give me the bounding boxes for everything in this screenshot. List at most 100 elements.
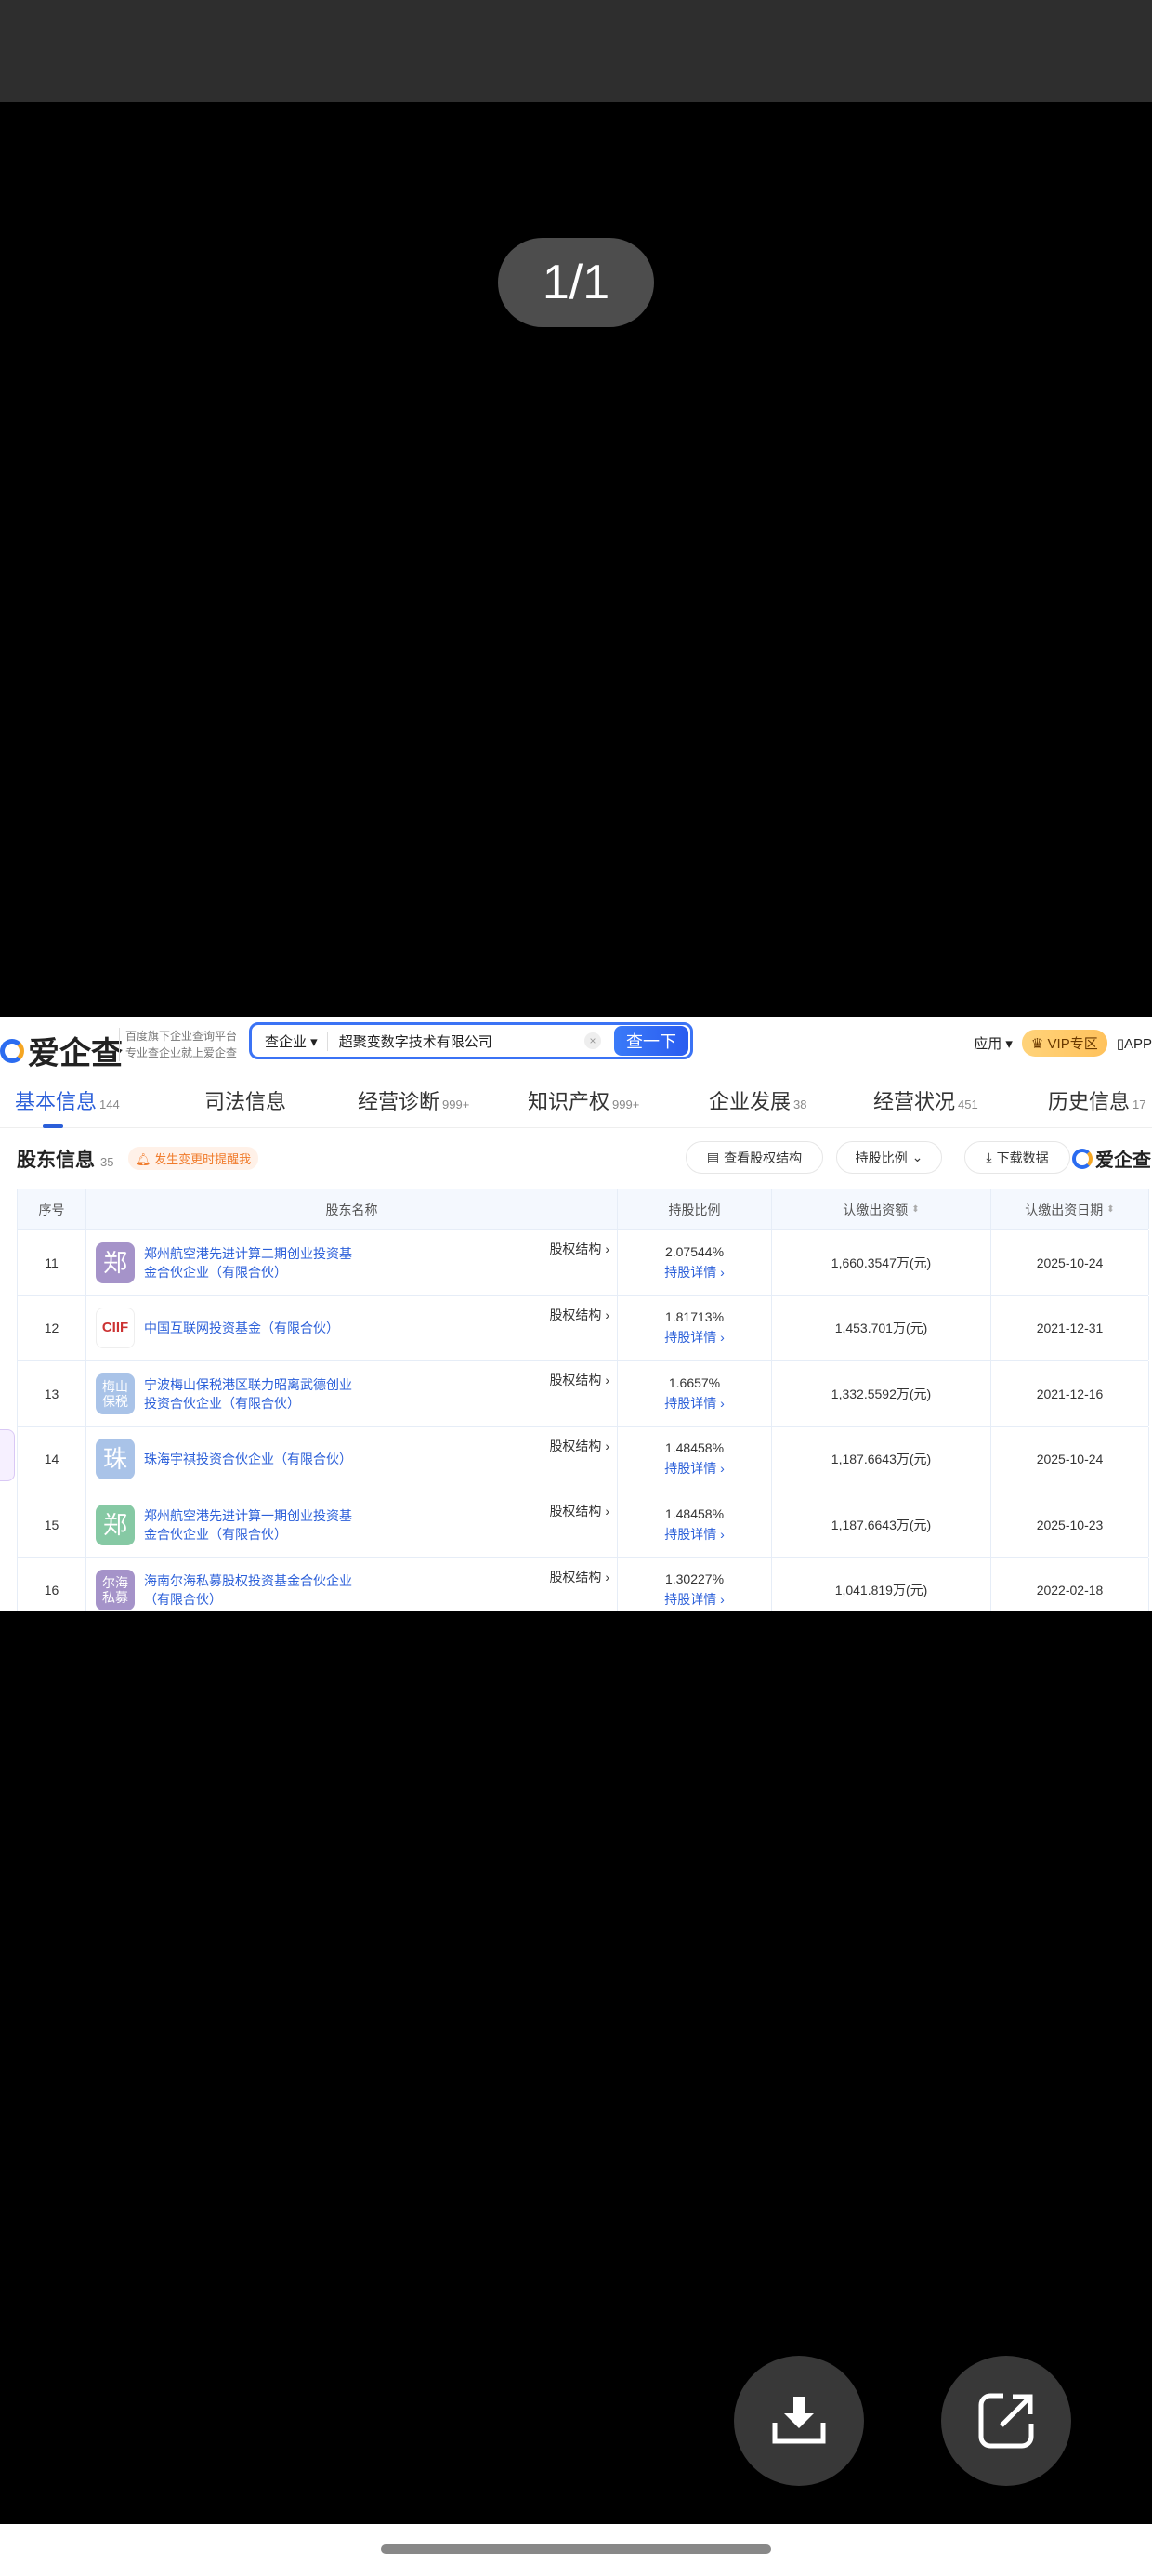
equity-structure-link[interactable]: 股权结构 › [549, 1240, 609, 1258]
shareholder-name-link[interactable]: 中国互联网投资基金（有限合伙） [144, 1319, 358, 1337]
tab-count: 17 [1132, 1097, 1146, 1111]
home-indicator[interactable] [381, 2544, 771, 2554]
header-ratio: 持股比例 [618, 1189, 772, 1229]
tab-operations[interactable]: 经营状况 451 [873, 1085, 978, 1115]
tab-history[interactable]: 历史信息 17 [1048, 1085, 1145, 1115]
page-counter: 1/1 [498, 238, 654, 327]
equity-structure-link[interactable]: 股权结构 › [549, 1437, 609, 1455]
download-data-button[interactable]: ⤓ 下载数据 [964, 1141, 1070, 1174]
phone-icon: ▯ [1116, 1035, 1124, 1052]
holding-detail-link[interactable]: 持股详情 › [664, 1590, 725, 1609]
company-avatar: 梅山保税 [96, 1373, 135, 1414]
holding-detail-link[interactable]: 持股详情 › [664, 1459, 725, 1478]
holding-detail-link[interactable]: 持股详情 › [664, 1263, 725, 1281]
holding-detail-link[interactable]: 持股详情 › [664, 1525, 725, 1544]
ratio-cell: 1.6657% 持股详情 › [618, 1361, 772, 1426]
search-type-dropdown[interactable]: 查企业 ▾ [252, 1031, 328, 1051]
logo-icon [0, 1038, 24, 1063]
tab-development[interactable]: 企业发展 38 [709, 1085, 806, 1115]
logo[interactable]: 爱企查 [0, 1028, 123, 1073]
row-no: 16 [18, 1557, 86, 1611]
shareholder-name-link[interactable]: 郑州航空港先进计算二期创业投资基金合伙企业（有限合伙） [144, 1244, 358, 1281]
holding-detail-link[interactable]: 持股详情 › [664, 1328, 725, 1347]
sort-icon: ⬍ [911, 1204, 920, 1215]
table-row: 12 CIIF 中国互联网投资基金（有限合伙） 股权结构 › 1.81713% … [17, 1295, 1149, 1361]
row-no: 12 [18, 1295, 86, 1360]
header-amount[interactable]: 认缴出资额 ⬍ [772, 1189, 991, 1229]
equity-structure-link[interactable]: 股权结构 › [549, 1306, 609, 1324]
shareholder-name-link[interactable]: 宁波梅山保税港区联力昭离武德创业投资合伙企业（有限合伙） [144, 1375, 358, 1413]
company-avatar: 郑 [96, 1504, 135, 1545]
table-row: 13 梅山保税 宁波梅山保税港区联力昭离武德创业投资合伙企业（有限合伙） 股权结… [17, 1361, 1149, 1427]
logo-text: 爱企查 [28, 1036, 123, 1071]
tab-label: 经营诊断 [358, 1090, 440, 1113]
name-cell: 梅山保税 宁波梅山保税港区联力昭离武德创业投资合伙企业（有限合伙） 股权结构 › [86, 1361, 618, 1426]
tab-label: 知识产权 [528, 1090, 610, 1113]
table-row: 16 尔海私募 海南尔海私募股权投资基金合伙企业（有限合伙） 股权结构 › 1.… [17, 1557, 1149, 1611]
shareholder-name-link[interactable]: 珠海宇祺投资合伙企业（有限合伙） [144, 1450, 358, 1468]
download-icon: ⤓ [986, 1150, 992, 1164]
date-value: 2025-10-23 [991, 1492, 1149, 1557]
tab-count: 999+ [442, 1097, 470, 1111]
amount-value: 1,187.6643万(元) [772, 1492, 991, 1557]
tab-label: 历史信息 [1048, 1090, 1131, 1113]
date-value: 2025-10-24 [991, 1230, 1149, 1295]
header-links: 应用 ▾ ♛ VIP专区 ▯APP [974, 1030, 1152, 1057]
holding-detail-link[interactable]: 持股详情 › [664, 1394, 725, 1413]
name-cell: CIIF 中国互联网投资基金（有限合伙） 股权结构 › [86, 1295, 618, 1360]
header-name: 股东名称 [86, 1189, 618, 1229]
remind-button[interactable]: 🔔︎ 发生变更时提醒我 [128, 1147, 259, 1170]
tab-label: 司法信息 [204, 1090, 287, 1113]
amount-value: 1,041.819万(元) [772, 1557, 991, 1611]
app-link[interactable]: ▯APP [1117, 1035, 1152, 1052]
tab-ip[interactable]: 知识产权 999+ [528, 1085, 639, 1115]
name-cell: 珠 珠海宇祺投资合伙企业（有限合伙） 股权结构 › [86, 1426, 618, 1492]
company-avatar: 尔海私募 [96, 1570, 135, 1611]
section-count: 35 [100, 1155, 114, 1169]
button-label: 下载数据 [996, 1150, 1049, 1165]
search-input[interactable]: 超聚变数字技术有限公司 [328, 1032, 584, 1051]
shareholder-name-link[interactable]: 海南尔海私募股权投资基金合伙企业（有限合伙） [144, 1571, 358, 1609]
header-date[interactable]: 认缴出资日期 ⬍ [991, 1189, 1149, 1229]
remind-label: 发生变更时提醒我 [154, 1152, 252, 1166]
ratio-cell: 1.81713% 持股详情 › [618, 1295, 772, 1360]
bell-icon: 🔔︎ [136, 1152, 155, 1166]
company-avatar: CIIF [96, 1308, 135, 1349]
view-structure-button[interactable]: ▤ 查看股权结构 [686, 1141, 823, 1174]
equity-structure-link[interactable]: 股权结构 › [549, 1502, 609, 1520]
shareholder-name-link[interactable]: 郑州航空港先进计算一期创业投资基金合伙企业（有限合伙） [144, 1506, 358, 1544]
equity-structure-link[interactable]: 股权结构 › [549, 1568, 609, 1586]
header-no: 序号 [18, 1189, 86, 1229]
ratio-dropdown[interactable]: 持股比例 ⌄ [836, 1141, 942, 1174]
tab-judicial[interactable]: 司法信息 [204, 1085, 286, 1115]
equity-structure-link[interactable]: 股权结构 › [549, 1371, 609, 1389]
name-cell: 郑 郑州航空港先进计算一期创业投资基金合伙企业（有限合伙） 股权结构 › [86, 1492, 618, 1557]
table-header: 序号 股东名称 持股比例 认缴出资额 ⬍ 认缴出资日期 ⬍ [17, 1189, 1149, 1230]
chevron-down-icon: ⌄ [911, 1150, 923, 1164]
date-value: 2025-10-24 [991, 1426, 1149, 1492]
tab-diagnosis[interactable]: 经营诊断 999+ [358, 1085, 469, 1115]
name-cell: 尔海私募 海南尔海私募股权投资基金合伙企业（有限合伙） 股权结构 › [86, 1557, 618, 1611]
amount-value: 1,660.3547万(元) [772, 1230, 991, 1295]
header-label: 认缴出资日期 [1025, 1202, 1104, 1217]
share-button[interactable] [941, 2356, 1071, 2486]
company-avatar: 珠 [96, 1439, 135, 1480]
apps-menu[interactable]: 应用 ▾ [974, 1033, 1013, 1053]
amount-value: 1,453.701万(元) [772, 1295, 991, 1360]
vip-button[interactable]: ♛ VIP专区 [1021, 1030, 1107, 1057]
name-cell: 郑 郑州航空港先进计算二期创业投资基金合伙企业（有限合伙） 股权结构 › [86, 1230, 618, 1295]
table-row: 15 郑 郑州航空港先进计算一期创业投资基金合伙企业（有限合伙） 股权结构 › … [17, 1492, 1149, 1558]
ratio-cell: 2.07544% 持股详情 › [618, 1230, 772, 1295]
download-button[interactable] [734, 2356, 864, 2486]
search-button[interactable]: 查一下 [614, 1026, 688, 1056]
tab-basic-info[interactable]: 基本信息 144 [15, 1085, 120, 1128]
app-label: APP [1123, 1035, 1152, 1052]
vip-label: VIP专区 [1047, 1036, 1098, 1052]
side-float-tab[interactable] [0, 1429, 15, 1481]
date-value: 2021-12-16 [991, 1361, 1149, 1426]
table-row: 11 郑 郑州航空港先进计算二期创业投资基金合伙企业（有限合伙） 股权结构 › … [17, 1230, 1149, 1296]
row-no: 13 [18, 1361, 86, 1426]
tab-count: 451 [958, 1097, 978, 1111]
clear-icon[interactable]: × [584, 1032, 601, 1049]
amount-value: 1,332.5592万(元) [772, 1361, 991, 1426]
